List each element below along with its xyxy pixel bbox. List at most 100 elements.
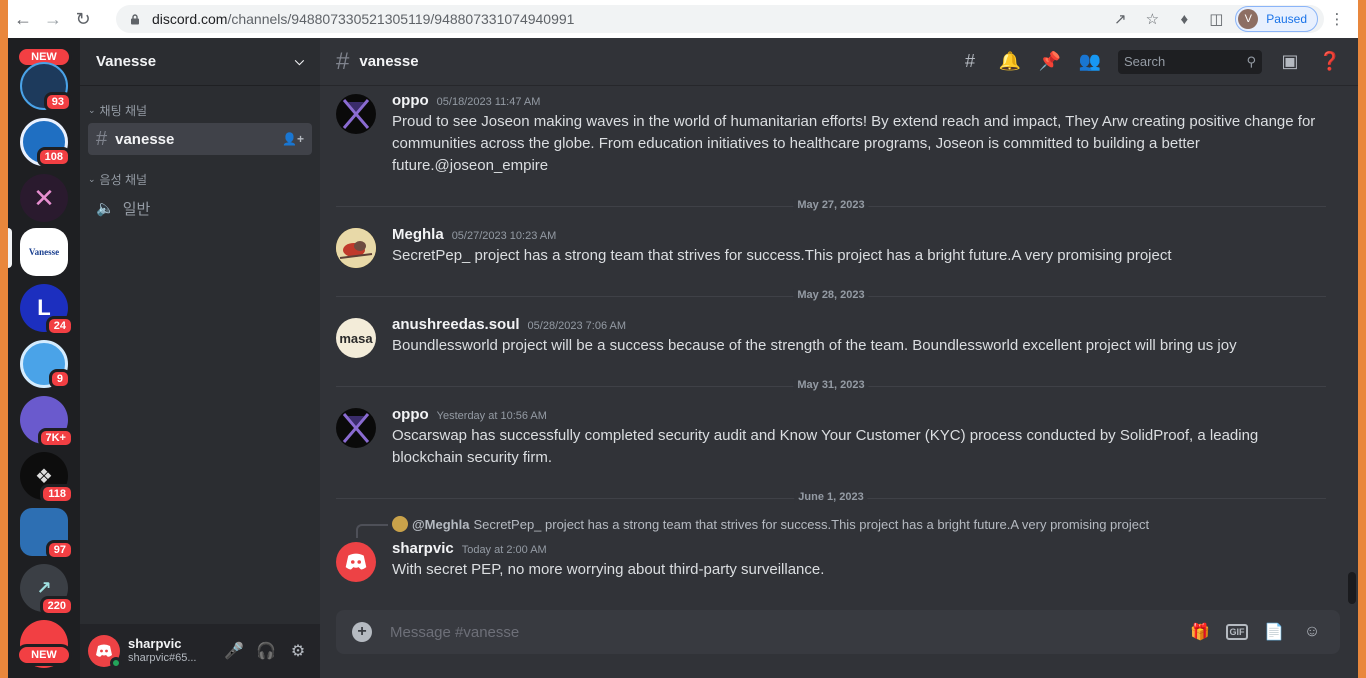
- server-icon-2[interactable]: 108: [20, 118, 71, 167]
- pin-icon[interactable]: 📌: [1038, 50, 1062, 74]
- message-author[interactable]: anushreedas.soul: [392, 316, 520, 333]
- username: sharpvic: [128, 636, 182, 651]
- server-icon-10[interactable]: ↗ 220: [20, 564, 74, 616]
- mute-mic-icon[interactable]: 🎤: [220, 637, 248, 665]
- bell-icon[interactable]: 🔔: [998, 50, 1022, 74]
- reload-icon[interactable]: ↻: [68, 4, 98, 34]
- profile-avatar: V: [1238, 9, 1259, 29]
- message-composer[interactable]: + Message #vanesse 🎁 GIF 📄 ☺: [336, 610, 1340, 654]
- chevron-down-icon: ⌄: [88, 174, 96, 184]
- message-timestamp: Yesterday at 10:56 AM: [436, 410, 547, 422]
- gif-icon[interactable]: GIF: [1226, 624, 1248, 640]
- profile-status: Paused: [1266, 12, 1307, 26]
- text-channel-category[interactable]: ⌄ 채팅 채널: [80, 102, 320, 119]
- server-icon-6[interactable]: 9: [20, 340, 71, 389]
- reply-author[interactable]: @Meghla: [412, 517, 469, 532]
- message-text: SecretPep_ project has a strong team tha…: [392, 247, 1172, 264]
- message-timestamp: 05/27/2023 10:23 AM: [451, 230, 557, 242]
- voice-channel-category[interactable]: ⌄ 음성 채널: [80, 171, 320, 188]
- server-icon-3[interactable]: ✕: [20, 174, 68, 222]
- search-icon: ⚲: [1246, 53, 1256, 69]
- message-author[interactable]: oppo: [392, 406, 429, 423]
- browser-toolbar: ← → ↻ discord.com/channels/9488073305213…: [8, 0, 1358, 38]
- search-input[interactable]: Search ⚲: [1118, 49, 1262, 74]
- message-author[interactable]: Meghla: [392, 226, 444, 243]
- mention-badge: 9: [48, 369, 71, 389]
- category-label: 채팅 채널: [99, 104, 148, 118]
- server-label: Vanesse: [28, 247, 60, 257]
- message-text: Boundlessworld project will be a success…: [392, 337, 1237, 354]
- message-author[interactable]: sharpvic: [392, 540, 454, 557]
- avatar[interactable]: [336, 94, 376, 134]
- emoji-icon[interactable]: ☺: [1300, 620, 1324, 644]
- avatar[interactable]: masa: [336, 318, 376, 358]
- date-divider: June 1, 2023: [336, 491, 1326, 503]
- server-icon-vanesse[interactable]: Vanesse: [20, 228, 68, 276]
- profile-button[interactable]: V Paused: [1235, 6, 1318, 32]
- gift-icon[interactable]: 🎁: [1188, 620, 1212, 644]
- discord-logo-icon: [96, 644, 112, 657]
- message-item[interactable]: Meghla 05/27/2023 10:23 AM SecretPep_ pr…: [336, 226, 1326, 268]
- discord-app: NEW 93 108 ✕ Vanesse L 24 9 7K+ ❖ 118 97…: [8, 38, 1358, 678]
- server-icon-5[interactable]: L 24: [20, 284, 74, 336]
- message-item[interactable]: sharpvic Today at 2:00 AM With secret PE…: [336, 540, 1326, 582]
- server-icon-8[interactable]: ❖ 118: [20, 452, 74, 504]
- avatar[interactable]: [336, 408, 376, 448]
- server-header[interactable]: Vanesse ⌵: [80, 38, 320, 86]
- avatar[interactable]: [88, 635, 122, 669]
- sticker-icon[interactable]: 📄: [1262, 620, 1286, 644]
- avatar[interactable]: [336, 542, 376, 582]
- gear-icon[interactable]: ⚙: [284, 637, 312, 665]
- add-user-icon[interactable]: 👤+: [282, 132, 304, 146]
- channel-label: vanesse: [115, 130, 175, 148]
- chevron-down-icon: ⌵: [294, 54, 304, 68]
- date-divider-label: May 27, 2023: [793, 199, 869, 211]
- avatar[interactable]: [336, 228, 376, 268]
- headphones-icon[interactable]: 🎧: [252, 637, 280, 665]
- server-icon-1[interactable]: 93: [20, 62, 72, 112]
- message-input[interactable]: Message #vanesse: [390, 624, 519, 641]
- channel-sidebar: Vanesse ⌵ ⌄ 채팅 채널 # vanesse 👤+ ⌄ 음성 채널 🔈…: [80, 38, 320, 678]
- lock-icon: [131, 13, 139, 24]
- user-info[interactable]: sharpvic sharpvic#65...: [128, 636, 196, 666]
- message-item[interactable]: oppo Yesterday at 10:56 AM Oscarswap has…: [336, 406, 1326, 469]
- message-author[interactable]: oppo: [392, 92, 429, 109]
- mention-badge: 7K+: [37, 428, 74, 448]
- members-icon[interactable]: 👥: [1078, 50, 1102, 74]
- sidepanel-icon[interactable]: ◫: [1203, 6, 1229, 32]
- server-icon-7[interactable]: 7K+: [20, 396, 74, 448]
- url-text: discord.com/channels/948807330521305119/…: [152, 11, 575, 27]
- message-scrollbar[interactable]: [1348, 86, 1356, 606]
- channel-item-vanesse[interactable]: # vanesse 👤+: [88, 123, 312, 155]
- add-attachment-icon[interactable]: +: [352, 622, 372, 642]
- extensions-icon[interactable]: ♦: [1171, 6, 1197, 32]
- server-icon-9[interactable]: 97: [20, 508, 74, 560]
- message-timestamp: 05/18/2023 11:47 AM: [436, 96, 541, 108]
- user-controls: 🎤 🎧 ⚙: [220, 637, 312, 665]
- message-item[interactable]: oppo 05/18/2023 11:47 AM Proud to see Jo…: [336, 92, 1326, 177]
- hash-icon: #: [336, 47, 350, 75]
- message-timestamp: 05/28/2023 7:06 AM: [527, 320, 627, 332]
- menu-icon[interactable]: ⋮: [1324, 6, 1350, 32]
- date-divider: May 28, 2023: [336, 289, 1326, 301]
- back-icon[interactable]: ←: [8, 4, 38, 34]
- oppo-avatar-icon: [342, 99, 370, 129]
- threads-icon[interactable]: #: [958, 50, 982, 74]
- star-icon[interactable]: ☆: [1139, 6, 1165, 32]
- reply-preview[interactable]: @Meghla SecretPep_ project has a strong …: [392, 516, 1149, 532]
- reply-avatar: [392, 516, 408, 532]
- message-text: Oscarswap has successfully completed sec…: [392, 427, 1259, 466]
- date-divider: May 31, 2023: [336, 379, 1326, 391]
- inbox-icon[interactable]: ▣: [1278, 50, 1302, 74]
- mention-badge: 118: [40, 484, 74, 504]
- scrollbar-thumb[interactable]: [1348, 572, 1356, 604]
- message-item[interactable]: masa anushreedas.soul 05/28/2023 7:06 AM…: [336, 316, 1326, 358]
- browser-window: ← → ↻ discord.com/channels/9488073305213…: [8, 0, 1358, 678]
- help-icon[interactable]: ❓: [1318, 50, 1342, 74]
- channel-title: vanesse: [359, 53, 419, 70]
- channel-item-voice[interactable]: 🔈 일반: [88, 192, 312, 224]
- share-icon[interactable]: ↗: [1107, 6, 1133, 32]
- date-divider-label: June 1, 2023: [794, 491, 868, 503]
- discord-logo-icon: [345, 553, 367, 570]
- forward-icon[interactable]: →: [38, 4, 68, 34]
